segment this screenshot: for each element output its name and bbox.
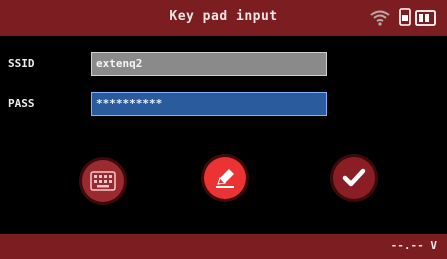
keyboard-icon: [90, 171, 116, 191]
check-icon: [342, 168, 366, 187]
pass-label: PASS: [8, 97, 35, 110]
voltage-readout: --.-- V: [390, 239, 437, 252]
confirm-button[interactable]: [333, 157, 375, 199]
edit-button[interactable]: [204, 157, 246, 199]
keyboard-button[interactable]: [82, 160, 124, 202]
sim-card-icon: [399, 8, 411, 26]
pencil-icon: [216, 169, 234, 188]
battery-icon: [415, 10, 436, 26]
status-bar: --.-- V: [0, 234, 447, 259]
wifi-icon: [370, 10, 390, 26]
password-input[interactable]: **********: [91, 92, 327, 116]
ssid-label: SSID: [8, 57, 35, 70]
ssid-input[interactable]: extenq2: [91, 52, 327, 76]
title-bar: Key pad input: [0, 0, 447, 37]
form-area: SSID extenq2 PASS **********: [0, 36, 447, 234]
